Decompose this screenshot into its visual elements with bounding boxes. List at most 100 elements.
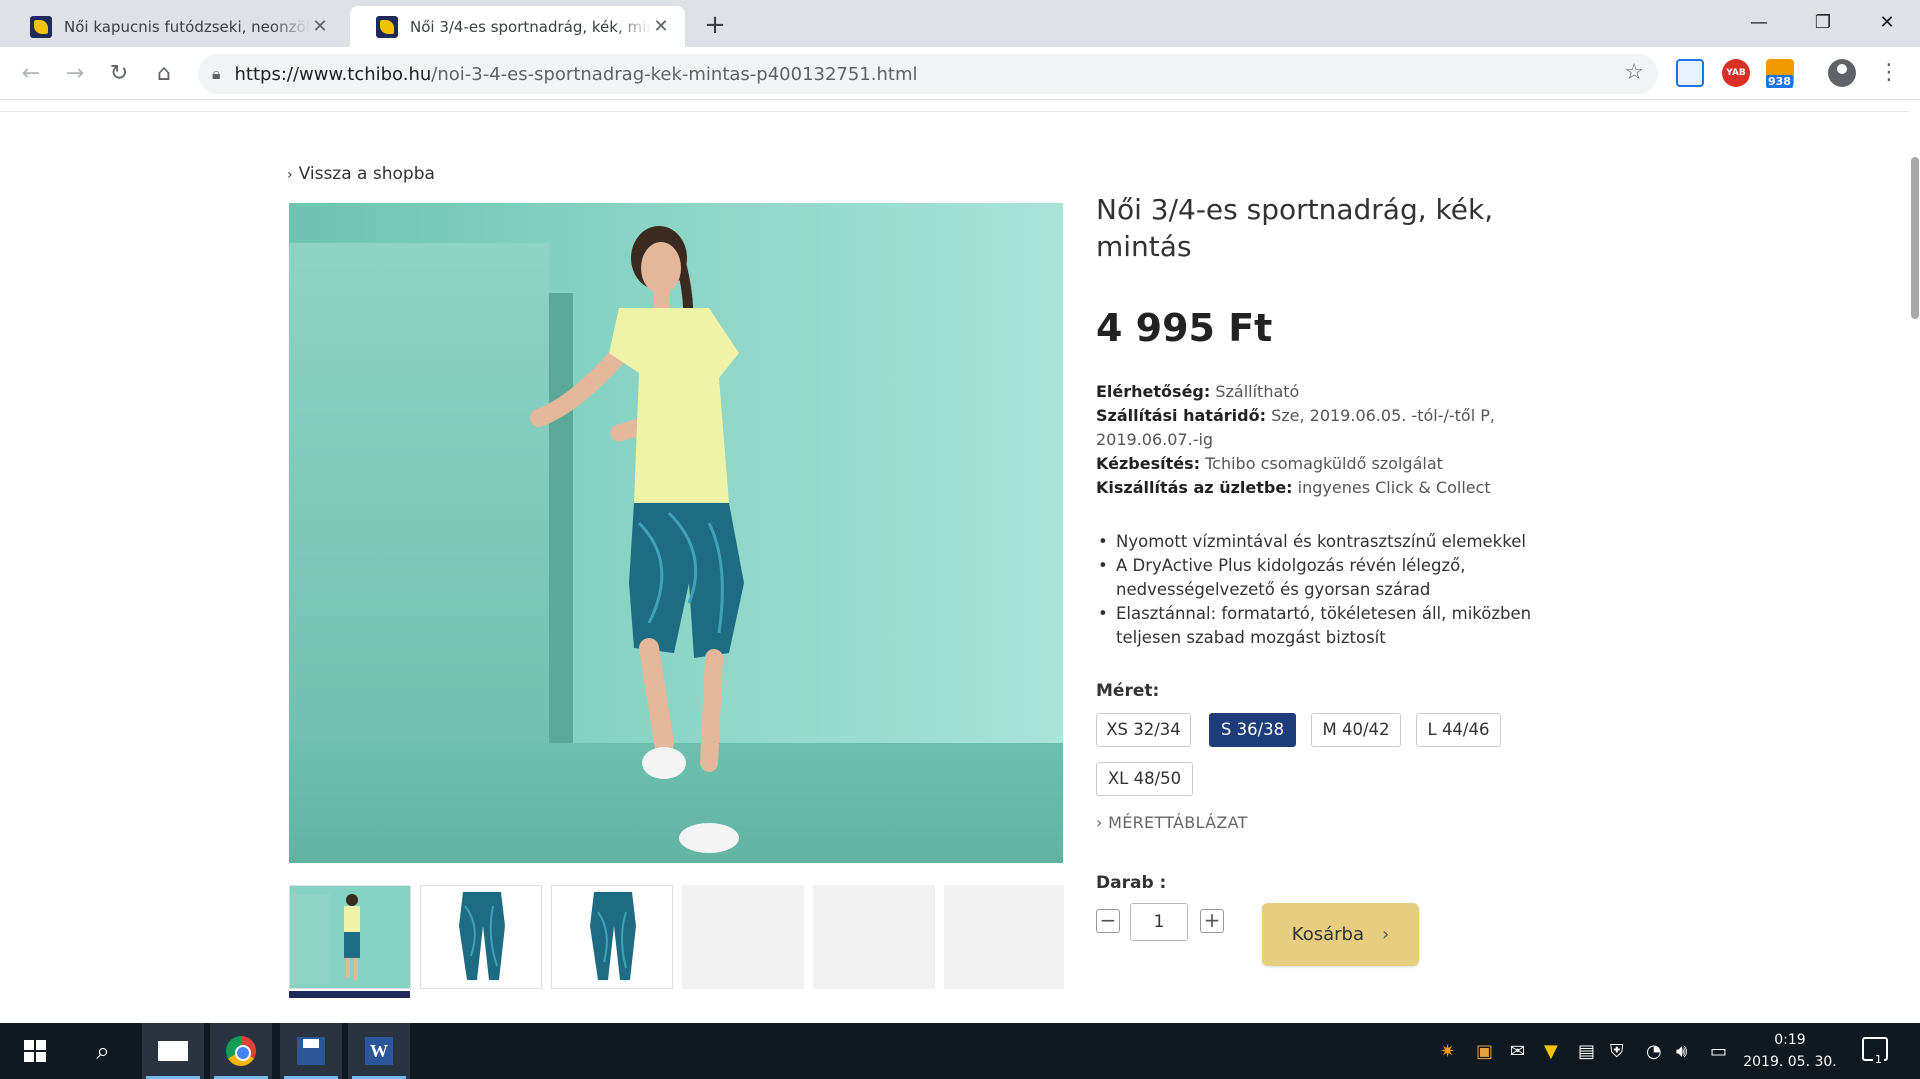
clock-time: 0:19 [1774,1032,1806,1048]
thumbnail-leggings-back[interactable] [551,885,673,989]
url-path: /noi-3-4-es-sportnadrag-kek-mintas-p4001… [431,63,918,85]
tray-wifi-icon[interactable]: ◔ [1646,1041,1662,1062]
start-button[interactable] [4,1023,66,1079]
tab-title: Női kapucnis futódzseki, neonzöld [64,17,310,36]
tray-security-icon[interactable]: ⛨ [1610,1041,1624,1062]
tray-avast-icon[interactable]: ✷ [1440,1041,1455,1062]
back-arrow-icon[interactable]: ← [14,57,48,91]
profile-avatar-icon[interactable] [1828,59,1856,87]
handover-value: Tchibo csomagküldő szolgálat [1205,454,1443,473]
tchibo-favicon-icon [376,15,398,38]
browser-tab-jacket[interactable]: Női kapucnis futódzseki, neonzöld ✕ [4,6,344,47]
address-bar[interactable]: 🔒︎ https://www.tchibo.hu/noi-3-4-es-spor… [198,54,1658,94]
thumbnail-leggings-front[interactable] [420,885,542,989]
url-domain: https://www.tchibo.hu [234,63,432,85]
tray-volume-icon[interactable]: 🔊︎ [1676,1041,1687,1062]
chevron-right-icon: › [1096,813,1109,832]
extension-badge: 938 [1766,75,1793,88]
tray-keyboard-icon[interactable]: ▤ [1578,1041,1595,1062]
clock-date: 2019. 05. 30. [1743,1054,1837,1070]
size-button-m[interactable]: M 40/42 [1311,713,1401,747]
thumbnail-placeholder [813,885,935,989]
search-icon: ⌕ [96,1037,110,1065]
windows-taskbar: ⌕ W ✷ ▣ ✉ ▼ ▤ ⛨ ◔ 🔊︎ ▭ 0:19 2019. 05. 30… [0,1023,1920,1079]
close-tab-icon[interactable]: ✕ [310,16,330,37]
tray-app-icon[interactable]: ▣ [1476,1041,1493,1062]
feature-item: A DryActive Plus kidolgozás révén lélegz… [1096,554,1576,602]
tray-battery-icon[interactable]: ▭ [1710,1041,1727,1062]
notification-count: 1 [1873,1053,1884,1066]
quantity-increase-button[interactable]: + [1200,909,1224,933]
product-page: › Vissza a shopba Női 3/4-es sportnadrág… [0,101,1920,1023]
thumbnail-leggings-front-image [459,892,505,980]
tchibo-favicon-icon [30,15,52,38]
scrollbar-thumb[interactable] [1911,157,1919,319]
quantity-decrease-button[interactable]: − [1096,909,1120,933]
store-delivery-row: Kiszállítás az üzletbe: ingyenes Click &… [1096,476,1576,500]
size-button-l[interactable]: L 44/46 [1416,713,1501,747]
tab-title: Női 3/4-es sportnadrág, kék, mintás [410,17,651,36]
browser-tab-sportnadrag[interactable]: Női 3/4-es sportnadrág, kék, mintás ✕ [350,6,685,47]
window-minimize-button[interactable]: — [1736,6,1782,40]
browser-tab-strip: Női kapucnis futódzseki, neonzöld ✕ Női … [0,0,1920,47]
chevron-right-icon: › [287,167,293,183]
product-main-image[interactable] [289,203,1063,863]
feature-item: Nyomott vízmintával és kontrasztszínű el… [1096,530,1576,554]
delivery-row: Szállítási határidő: Sze, 2019.06.05. -t… [1096,404,1576,452]
handover-label: Kézbesítés: [1096,454,1201,473]
lock-icon: 🔒︎ [212,64,221,83]
store-delivery-label: Kiszállítás az üzletbe: [1096,478,1293,497]
taskbar-word-app[interactable]: W [348,1023,410,1079]
browser-menu-icon[interactable]: ⋮ [1878,59,1900,87]
windows-logo-icon [24,1040,46,1062]
thumbnail-model-image [290,886,410,988]
window-restore-button[interactable]: ❐ [1800,6,1846,40]
thumbnail-placeholder [944,885,1064,989]
bookmark-star-icon[interactable]: ☆ [1624,60,1644,85]
tray-mail-icon[interactable]: ✉ [1510,1041,1525,1062]
taskbar-mail-app[interactable] [142,1023,204,1079]
product-price: 4 995 Ft [1096,306,1273,350]
size-button-xl[interactable]: XL 48/50 [1096,762,1193,796]
url-text[interactable]: https://www.tchibo.hu/noi-3-4-es-sportna… [235,64,918,85]
thumbnail-model[interactable] [289,885,411,989]
back-link-label: Vissza a shopba [298,164,435,184]
add-to-cart-button[interactable]: Kosárba › [1262,903,1419,966]
chrome-icon [226,1036,256,1066]
thumbnail-active-indicator [289,991,410,998]
home-icon[interactable]: ⌂ [147,57,181,91]
handover-row: Kézbesítés: Tchibo csomagküldő szolgálat [1096,452,1576,476]
window-close-button[interactable]: ✕ [1864,6,1910,40]
tray-downloader-icon[interactable]: ▼ [1544,1041,1558,1062]
close-tab-icon[interactable]: ✕ [651,16,671,37]
quantity-label: Darab : [1096,873,1167,893]
extension-s-icon[interactable] [1676,59,1704,87]
taskbar-save-app[interactable] [280,1023,342,1079]
size-label: Méret: [1096,681,1160,701]
feature-item: Elasztánnal: formatartó, tökéletesen áll… [1096,602,1576,650]
extension-yab-icon[interactable]: YAB [1722,59,1750,87]
taskbar-clock[interactable]: 0:19 2019. 05. 30. [1740,1029,1840,1073]
product-title: Női 3/4-es sportnadrág, kék, mintás [1096,193,1494,263]
size-chart-link[interactable]: › MÉRETTÁBLÁZAT [1096,813,1248,832]
extension-rss-icon[interactable]: 938 [1766,59,1794,88]
taskbar-chrome-app[interactable] [210,1023,272,1079]
page-scrollbar[interactable] [1909,101,1920,1023]
availability-label: Elérhetőség: [1096,382,1211,401]
availability-value: Szállítható [1215,382,1300,401]
forward-arrow-icon[interactable]: → [58,57,92,91]
reload-icon[interactable]: ↻ [102,57,136,91]
store-delivery-value: ingyenes Click & Collect [1297,478,1491,497]
thumbnail-placeholder [682,885,804,989]
new-tab-plus-icon[interactable]: + [700,10,730,40]
back-to-shop-link[interactable]: › Vissza a shopba [287,164,435,184]
size-chart-label: MÉRETTÁBLÁZAT [1108,813,1248,832]
size-button-s[interactable]: S 36/38 [1209,713,1296,747]
quantity-input[interactable] [1130,903,1188,941]
thumbnail-leggings-back-image [590,892,636,980]
mail-icon [158,1041,188,1061]
model-figure [530,226,744,853]
size-button-xs[interactable]: XS 32/34 [1096,713,1191,747]
taskbar-search-button[interactable]: ⌕ [72,1023,134,1079]
delivery-info: Elérhetőség: Szállítható Szállítási hatá… [1096,380,1576,500]
